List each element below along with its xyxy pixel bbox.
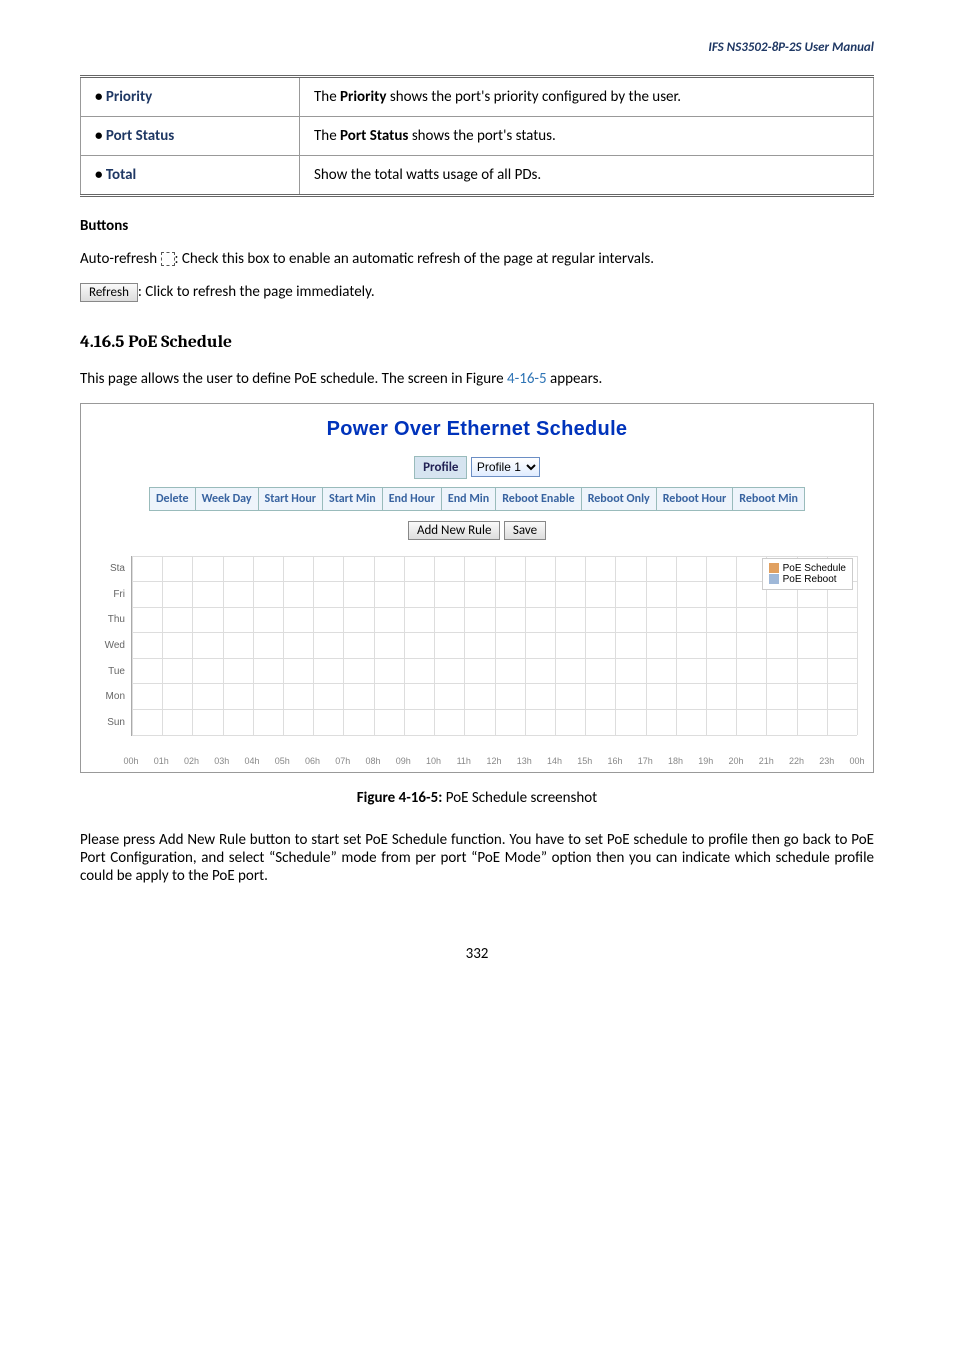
y-tick: Mon bbox=[97, 691, 129, 702]
add-new-rule-button[interactable]: Add New Rule bbox=[408, 521, 501, 540]
poe-profile-row: Profile Profile 1 bbox=[87, 457, 867, 477]
x-tick: 23h bbox=[819, 756, 834, 766]
x-tick: 19h bbox=[698, 756, 713, 766]
x-tick: 21h bbox=[759, 756, 774, 766]
page-number: 332 bbox=[80, 945, 874, 963]
checkbox-icon bbox=[161, 252, 175, 266]
y-tick: Wed bbox=[97, 640, 129, 651]
refresh-button-image: Refresh bbox=[80, 283, 138, 302]
col-header: Week Day bbox=[195, 487, 258, 510]
col-header: Reboot Enable bbox=[496, 487, 581, 510]
x-tick: 16h bbox=[607, 756, 622, 766]
y-tick: Sta bbox=[97, 563, 129, 574]
save-button[interactable]: Save bbox=[504, 521, 546, 540]
row-text-c: shows the port's priority configured by … bbox=[386, 88, 681, 106]
y-tick: Fri bbox=[97, 589, 129, 600]
intro-a: This page allows the user to define PoE … bbox=[80, 370, 507, 388]
figure-caption-b: PoE Schedule screenshot bbox=[446, 789, 597, 807]
manual-header: IFS NS3502-8P-2S User Manual bbox=[80, 40, 874, 55]
y-axis: Sta Fri Thu Wed Tue Mon Sun bbox=[97, 556, 129, 736]
auto-refresh-line: Auto-refresh : Check this box to enable … bbox=[80, 250, 874, 268]
table-row: Priority The Priority shows the port's p… bbox=[81, 77, 874, 117]
row-text-c: shows the port's status. bbox=[408, 127, 555, 145]
x-tick: 12h bbox=[486, 756, 501, 766]
schedule-columns: Delete Week Day Start Hour Start Min End… bbox=[149, 487, 805, 511]
col-header: Reboot Only bbox=[581, 487, 656, 510]
info-table: Priority The Priority shows the port's p… bbox=[80, 75, 874, 197]
section-heading: 4.16.5 PoE Schedule bbox=[80, 332, 874, 352]
col-header: Start Min bbox=[323, 487, 383, 510]
y-tick: Thu bbox=[97, 614, 129, 625]
col-header: Start Hour bbox=[258, 487, 323, 510]
x-tick: 10h bbox=[426, 756, 441, 766]
profile-label: Profile bbox=[414, 456, 467, 479]
row-text-c: Show the total watts usage of all PDs. bbox=[314, 166, 541, 184]
row-label: Total bbox=[95, 166, 136, 184]
row-text-b: Port Status bbox=[340, 127, 408, 145]
x-tick: 18h bbox=[668, 756, 683, 766]
x-tick: 09h bbox=[396, 756, 411, 766]
poe-title: Power Over Ethernet Schedule bbox=[87, 418, 867, 441]
legend-b: PoE Reboot bbox=[783, 574, 837, 585]
figure-caption: Figure 4-16-5: PoE Schedule screenshot bbox=[80, 789, 874, 807]
col-header: End Hour bbox=[382, 487, 441, 510]
col-header: Reboot Hour bbox=[656, 487, 733, 510]
x-tick: 01h bbox=[154, 756, 169, 766]
chart-legend: PoE Schedule PoE Reboot bbox=[762, 558, 853, 590]
schedule-chart: Sta Fri Thu Wed Tue Mon Sun 00h 01h 02h 03h… bbox=[97, 556, 857, 766]
auto-refresh-text-a: Auto-refresh bbox=[80, 250, 161, 268]
x-tick: 20h bbox=[728, 756, 743, 766]
row-text-a: The bbox=[314, 127, 340, 145]
row-text-b: Priority bbox=[340, 88, 386, 106]
row-label: Priority bbox=[95, 88, 152, 106]
refresh-text: : Click to refresh the page immediately. bbox=[138, 283, 375, 301]
y-tick: Sun bbox=[97, 717, 129, 728]
x-tick: 05h bbox=[275, 756, 290, 766]
x-tick: 04h bbox=[244, 756, 259, 766]
swatch-icon bbox=[769, 574, 779, 584]
col-header: End Min bbox=[441, 487, 495, 510]
x-tick: 03h bbox=[214, 756, 229, 766]
x-tick: 02h bbox=[184, 756, 199, 766]
x-tick: 07h bbox=[335, 756, 350, 766]
x-tick: 06h bbox=[305, 756, 320, 766]
swatch-icon bbox=[769, 563, 779, 573]
x-tick: 08h bbox=[365, 756, 380, 766]
section-intro: This page allows the user to define PoE … bbox=[80, 370, 874, 388]
x-tick: 00h bbox=[849, 756, 864, 766]
buttons-heading: Buttons bbox=[80, 217, 874, 235]
x-tick: 00h bbox=[123, 756, 138, 766]
table-row: Port Status The Port Status shows the po… bbox=[81, 117, 874, 156]
auto-refresh-text-b: : Check this box to enable an automatic … bbox=[175, 250, 655, 268]
x-tick: 14h bbox=[547, 756, 562, 766]
x-tick: 22h bbox=[789, 756, 804, 766]
table-row: Total Show the total watts usage of all … bbox=[81, 156, 874, 196]
x-tick: 11h bbox=[457, 756, 471, 766]
schedule-buttons: Add New Rule Save bbox=[87, 521, 867, 540]
intro-b: appears. bbox=[547, 370, 603, 388]
x-tick: 13h bbox=[517, 756, 532, 766]
col-header: Delete bbox=[149, 487, 195, 510]
x-tick: 17h bbox=[638, 756, 653, 766]
y-tick: Tue bbox=[97, 666, 129, 677]
body-paragraph: Please press Add New Rule button to star… bbox=[80, 831, 874, 885]
profile-select[interactable]: Profile 1 bbox=[471, 457, 540, 477]
chart-grid bbox=[131, 556, 857, 736]
legend-a: PoE Schedule bbox=[783, 563, 846, 574]
col-header: Reboot Min bbox=[733, 487, 805, 510]
refresh-line: Refresh: Click to refresh the page immed… bbox=[80, 283, 874, 302]
x-tick: 15h bbox=[577, 756, 592, 766]
figure-caption-a: Figure 4-16-5: bbox=[357, 789, 446, 807]
row-text-a: The bbox=[314, 88, 340, 106]
poe-screenshot: Power Over Ethernet Schedule Profile Pro… bbox=[80, 403, 874, 773]
figure-link[interactable]: 4-16-5 bbox=[507, 370, 547, 388]
row-label: Port Status bbox=[95, 127, 174, 145]
